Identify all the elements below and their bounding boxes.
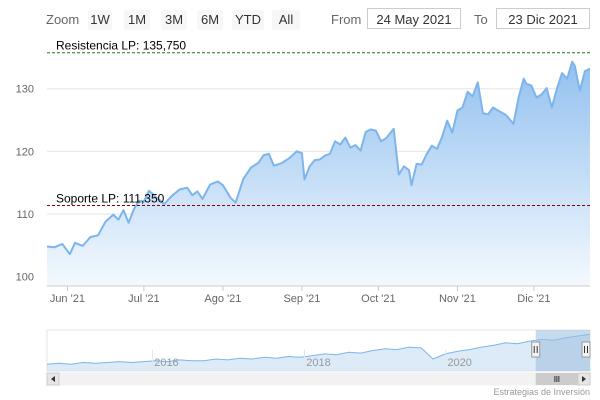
handle-body[interactable] bbox=[581, 341, 591, 358]
y-tick-label: 100 bbox=[16, 272, 34, 284]
navigator-label: 2016 bbox=[154, 357, 178, 369]
resistance-label: Resistencia LP: 135,750 bbox=[56, 39, 186, 53]
credits[interactable]: Estrategias de Inversión bbox=[493, 387, 590, 397]
x-tick-label: Nov '21 bbox=[439, 293, 476, 305]
x-tick-label: Oct '21 bbox=[361, 293, 396, 305]
x-tick-label: Jul '21 bbox=[128, 293, 159, 305]
y-tick-label: 110 bbox=[16, 209, 34, 221]
x-tick-label: Sep '21 bbox=[283, 293, 320, 305]
scrollbar-left-arrow-icon[interactable] bbox=[46, 372, 60, 386]
x-tick-label: Dic '21 bbox=[517, 293, 550, 305]
navigator-label: 2018 bbox=[306, 357, 330, 369]
price-area bbox=[47, 61, 590, 286]
scrollbar-right-arrow-icon[interactable] bbox=[577, 372, 591, 386]
navigator-label: 2020 bbox=[447, 357, 471, 369]
x-tick-label: Jun '21 bbox=[50, 293, 85, 305]
navigator[interactable]: 2016 2018 2020 bbox=[46, 329, 591, 372]
price-chart: Resistencia LP: 135,750 Soporte LP: 111,… bbox=[16, 39, 591, 386]
x-tick-label: Ago '21 bbox=[204, 293, 241, 305]
support-label: Soporte LP: 111,350 bbox=[56, 192, 165, 206]
navigator-right-handle[interactable] bbox=[581, 341, 591, 358]
scrollbar-track[interactable] bbox=[46, 372, 591, 386]
navigator-scrollbar[interactable] bbox=[46, 372, 591, 386]
navigator-left-handle[interactable] bbox=[531, 341, 541, 358]
x-axis: Jun '21 Jul '21 Ago '21 Sep '21 Oct '21 Nov '… bbox=[47, 285, 590, 305]
y-tick-label: 130 bbox=[16, 84, 34, 96]
y-axis: 100 110 120 130 bbox=[16, 84, 34, 284]
y-tick-label: 120 bbox=[16, 146, 34, 158]
handle-body[interactable] bbox=[531, 341, 541, 358]
